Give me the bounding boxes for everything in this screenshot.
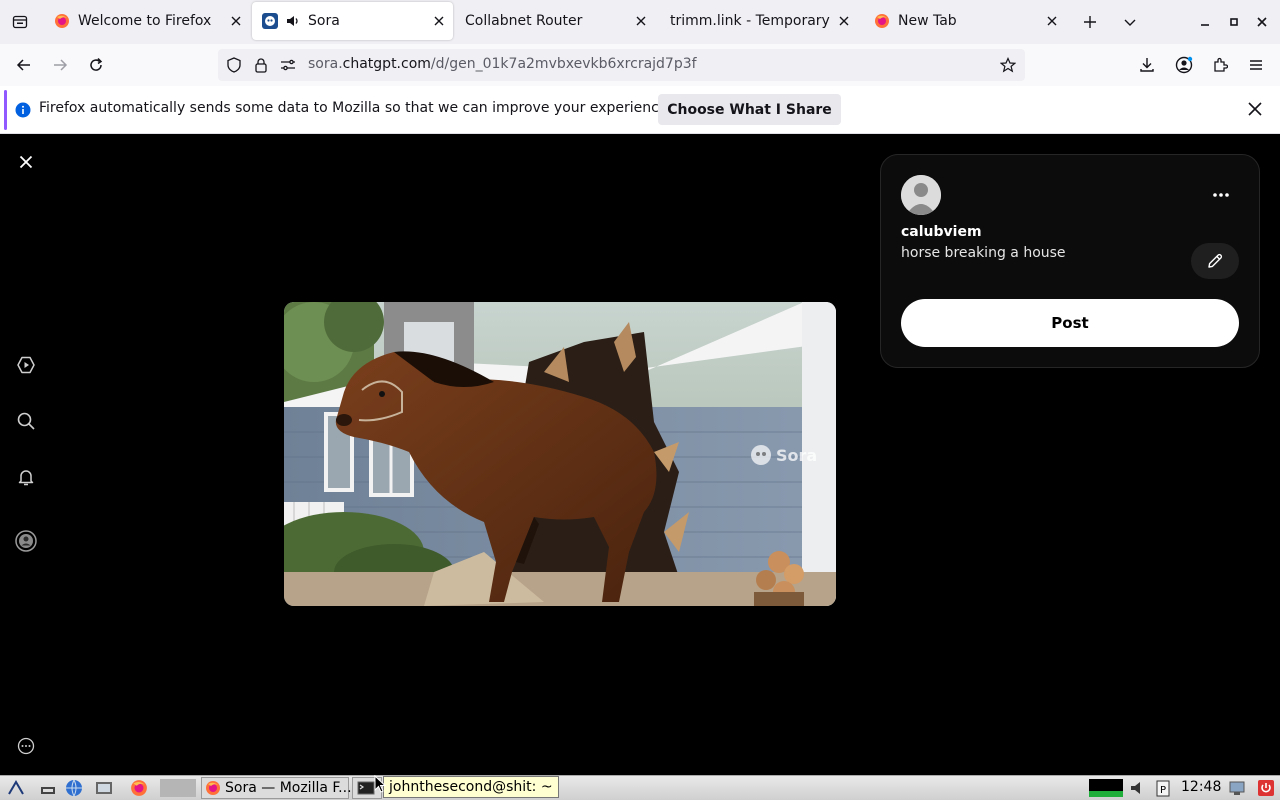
tab-title: New Tab [898,13,957,29]
app-menu-icon[interactable] [6,779,26,797]
close-notification-icon[interactable] [1248,102,1262,116]
close-icon[interactable] [14,150,38,174]
sora-logo-icon [750,444,772,466]
account-icon[interactable] [1172,53,1196,77]
taskbar-task-label: Sora — Mozilla F... [225,780,352,796]
taskbar-tooltip: johnthesecond@shit: ~ [383,776,559,798]
profile-icon[interactable] [14,529,38,553]
firefox-view-icon[interactable] [8,10,32,34]
new-tab-icon[interactable] [1078,10,1102,34]
terminal-icon [357,781,375,795]
network-icon[interactable] [1227,779,1247,797]
close-tab-icon[interactable] [633,13,649,29]
tab-sora[interactable]: Sora [252,2,453,40]
speaker-icon[interactable] [286,14,302,28]
post-details-card: calubviem horse breaking a house Post [880,154,1260,368]
search-icon[interactable] [14,409,38,433]
tab-title: trimm.link - Temporary U [670,13,830,29]
notification-message: Firefox automatically sends some data to… [39,100,672,116]
more-options-icon[interactable] [1209,183,1233,207]
prompt-text: horse breaking a house [901,245,1066,261]
forward-button[interactable] [48,53,72,77]
lock-icon[interactable] [254,57,268,73]
volume-icon[interactable] [1128,779,1148,797]
url-text[interactable]: sora.chatgpt.com/d/gen_01k7a2mvbxevkb6xr… [308,56,697,72]
url-path: /d/gen_01k7a2mvbxevkb6xrcrajd7p3f [430,56,697,72]
pencil-icon [1207,253,1223,269]
tab-title: Sora [308,13,340,29]
close-tab-icon[interactable] [431,13,447,29]
tab-trimm-link[interactable]: trimm.link - Temporary U [660,0,858,42]
close-tab-icon[interactable] [1044,13,1060,29]
url-bar[interactable]: sora.chatgpt.com/d/gen_01k7a2mvbxevkb6xr… [218,49,1025,81]
shield-icon[interactable] [226,57,242,73]
clipboard-icon[interactable]: P [1153,779,1173,797]
maximize-icon[interactable] [1222,10,1246,34]
tab-new-tab[interactable]: New Tab [864,0,1066,42]
tab-strip: Welcome to Firefox Sora Collabnet Router… [0,0,1280,44]
post-button[interactable]: Post [901,299,1239,347]
power-icon[interactable] [1256,779,1276,797]
clock[interactable]: 12:48 [1181,779,1221,795]
close-window-icon[interactable] [1250,10,1274,34]
back-button[interactable] [12,53,36,77]
firefox-icon [54,13,70,29]
sora-page: Sora calubviem horse breaking a house Po… [0,134,1280,775]
firefox-launcher-icon[interactable] [129,779,149,797]
cpu-monitor [1089,779,1123,797]
notification-accent [4,90,7,130]
data-collection-notification: Firefox automatically sends some data to… [0,86,1280,134]
edit-button[interactable] [1191,243,1239,279]
reload-button[interactable] [84,53,108,77]
username[interactable]: calubviem [901,224,982,240]
avatar[interactable] [901,175,941,215]
firefox-icon [205,780,221,796]
bell-icon[interactable] [14,465,38,489]
minimize-icon[interactable] [1193,10,1217,34]
workspace-switcher[interactable] [160,779,196,797]
close-tab-icon[interactable] [836,13,852,29]
desktop-taskbar: Sora — Mozilla F... P 12:48 [0,775,1280,800]
menu-icon[interactable] [1244,53,1268,77]
tab-title: Collabnet Router [465,13,583,29]
url-prefix: sora. [308,56,343,72]
navigation-toolbar: sora.chatgpt.com/d/gen_01k7a2mvbxevkb6xr… [0,44,1280,86]
sora-icon [262,13,278,29]
sora-watermark: Sora [750,444,817,466]
tab-collabnet-router[interactable]: Collabnet Router [455,0,655,42]
watermark-text: Sora [776,445,818,465]
page-permissions-icon[interactable] [280,58,296,72]
file-manager-icon[interactable] [94,779,114,797]
bookmark-star-icon[interactable] [1000,57,1016,73]
more-icon[interactable] [14,734,38,758]
firefox-icon [874,13,890,29]
play-icon[interactable] [14,353,38,377]
close-tab-icon[interactable] [228,13,244,29]
taskbar-task-firefox[interactable]: Sora — Mozilla F... [201,777,352,799]
downloads-icon[interactable] [1135,53,1159,77]
mouse-cursor-icon [374,775,386,793]
extensions-icon[interactable] [1208,53,1232,77]
generated-video[interactable]: Sora [284,302,836,606]
list-all-tabs-icon[interactable] [1118,10,1142,34]
info-icon [15,102,31,118]
svg-text:P: P [1160,785,1166,796]
url-domain: chatgpt.com [342,56,431,72]
browser-launcher-icon[interactable] [64,779,84,797]
tab-welcome-to-firefox[interactable]: Welcome to Firefox [44,0,250,42]
choose-what-i-share-button[interactable]: Choose What I Share [658,94,841,125]
tab-title: Welcome to Firefox [78,13,212,29]
show-desktop-icon[interactable] [38,779,58,797]
